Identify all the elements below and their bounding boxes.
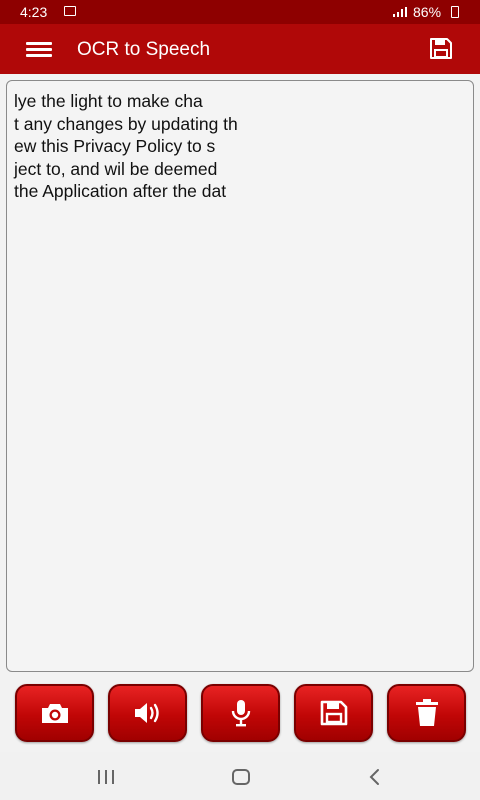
menu-icon[interactable] xyxy=(26,42,52,58)
ocr-text-area[interactable]: lye the light to make cha t any changes … xyxy=(6,80,474,672)
save-text-button[interactable] xyxy=(294,684,373,742)
status-bar: 4:23 86% xyxy=(0,0,480,24)
recent-apps-icon[interactable] xyxy=(98,770,116,784)
delete-button[interactable] xyxy=(387,684,466,742)
app-bar: OCR to Speech xyxy=(0,24,480,74)
battery-icon xyxy=(451,6,459,18)
microphone-icon xyxy=(231,700,250,727)
trash-icon xyxy=(415,699,438,726)
speaker-icon xyxy=(134,703,159,723)
signal-icon xyxy=(393,7,407,17)
gallery-icon xyxy=(64,6,76,16)
save-icon xyxy=(320,700,347,726)
battery-percent: 86% xyxy=(413,4,442,20)
status-time: 4:23 xyxy=(20,4,48,20)
camera-button[interactable] xyxy=(15,684,94,742)
speak-button[interactable] xyxy=(108,684,187,742)
camera-icon xyxy=(41,704,68,723)
navigation-bar xyxy=(0,752,480,800)
app-title: OCR to Speech xyxy=(77,39,211,60)
action-toolbar xyxy=(0,684,480,744)
save-icon[interactable] xyxy=(429,38,453,60)
microphone-button[interactable] xyxy=(201,684,280,742)
screen: 4:23 86% OCR to Speech lye the light to … xyxy=(0,0,480,800)
back-icon[interactable] xyxy=(368,768,382,786)
home-icon[interactable] xyxy=(232,769,250,785)
